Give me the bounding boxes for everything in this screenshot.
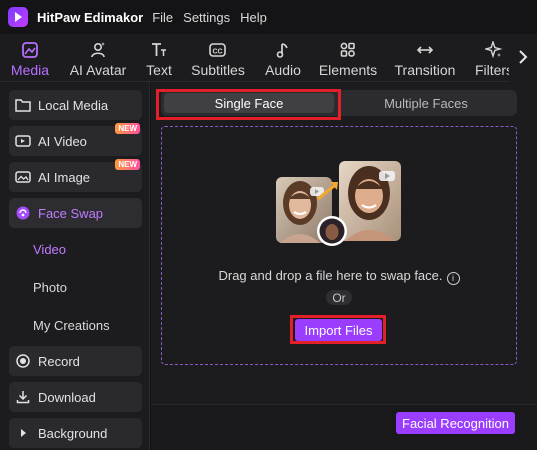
transition-icon: [415, 39, 435, 61]
tab-transition-label: Transition: [394, 61, 456, 78]
svg-text:CC: CC: [213, 48, 223, 55]
folder-icon: [15, 97, 31, 113]
tab-subtitles[interactable]: CC Subtitles: [190, 34, 246, 81]
sidebar-item-record[interactable]: Record: [9, 346, 142, 376]
sidebar-item-ai-image[interactable]: AI Image NEW: [9, 159, 142, 192]
download-icon: [15, 389, 31, 405]
main-toolbar: Media AI Avatar Text CC Subtitles Audio …: [0, 34, 537, 82]
sidebar-item-ai-video[interactable]: AI Video NEW: [9, 123, 142, 156]
chevron-right-icon: [518, 49, 528, 68]
sidebar-item-background[interactable]: Background: [9, 418, 142, 448]
tab-text-label: Text: [146, 61, 172, 78]
video-icon: [15, 133, 31, 149]
tab-text[interactable]: Text: [142, 34, 176, 81]
tab-transition[interactable]: Transition: [393, 34, 457, 81]
tab-audio-label: Audio: [265, 61, 301, 78]
sidebar-item-label: Local Media: [38, 97, 109, 113]
tab-elements-label: Elements: [318, 61, 378, 78]
subtitles-icon: CC: [208, 39, 228, 61]
face-swap-icon: [15, 205, 31, 221]
tab-multiple-faces[interactable]: Multiple Faces: [339, 90, 513, 116]
highlight-single-face: [156, 89, 341, 120]
sidebar-item-local-media[interactable]: Local Media: [9, 90, 142, 120]
tab-elements[interactable]: Elements: [318, 34, 378, 81]
sidebar-item-download[interactable]: Download: [9, 382, 142, 412]
sidebar-subitem-video[interactable]: Video: [33, 242, 66, 257]
tab-audio[interactable]: Audio: [262, 34, 304, 81]
sidebar: Local Media AI Video NEW AI Image NEW Fa…: [0, 82, 150, 450]
title-bar: HitPaw Edimakor File Settings Help: [0, 0, 537, 34]
text-icon: [150, 39, 168, 61]
sidebar-item-label: Background: [38, 425, 108, 441]
face-swap-illustration: [275, 159, 405, 249]
toolbar-scroll-right-button[interactable]: [509, 34, 537, 82]
sidebar-subitem-photo[interactable]: Photo: [33, 280, 67, 295]
sidebar-item-label: AI Image: [38, 169, 91, 185]
sidebar-item-label: AI Video: [38, 133, 87, 149]
elements-icon: [339, 39, 357, 61]
highlight-import-files: [290, 315, 386, 344]
chevron-right-icon: [15, 425, 31, 441]
app-logo-icon: [8, 7, 28, 27]
record-icon: [15, 353, 31, 369]
tab-subtitles-label: Subtitles: [191, 61, 245, 78]
sidebar-subitem-my-creations[interactable]: My Creations: [33, 318, 110, 333]
menu-settings[interactable]: Settings: [183, 10, 230, 25]
new-badge: NEW: [115, 123, 140, 134]
tab-ai-avatar-label: AI Avatar: [69, 61, 127, 78]
app-title: HitPaw Edimakor: [37, 9, 144, 25]
sidebar-item-label: Download: [38, 389, 96, 405]
menu-help[interactable]: Help: [240, 10, 267, 25]
tab-media[interactable]: Media: [8, 34, 52, 81]
new-badge: NEW: [115, 159, 140, 170]
tab-ai-avatar[interactable]: AI Avatar: [66, 34, 130, 81]
or-separator: Or: [326, 290, 352, 305]
sparkle-icon: [485, 39, 503, 61]
image-icon: [15, 169, 31, 185]
media-icon: [21, 39, 39, 61]
avatar-icon: [89, 39, 107, 61]
info-icon[interactable]: i: [446, 271, 460, 285]
tab-filters-label: Filters: [474, 61, 514, 78]
tab-media-label: Media: [10, 61, 50, 78]
drop-instructions: Drag and drop a file here to swap face. i: [162, 268, 516, 285]
music-note-icon: [274, 39, 292, 61]
sidebar-item-face-swap[interactable]: Face Swap: [9, 198, 142, 228]
menu-file[interactable]: File: [152, 10, 173, 25]
sidebar-item-label: Record: [38, 353, 80, 369]
drop-text: Drag and drop a file here to swap face.: [218, 268, 443, 283]
facial-recognition-button[interactable]: Facial Recognition: [396, 412, 515, 434]
sidebar-item-label: Face Swap: [38, 205, 104, 221]
